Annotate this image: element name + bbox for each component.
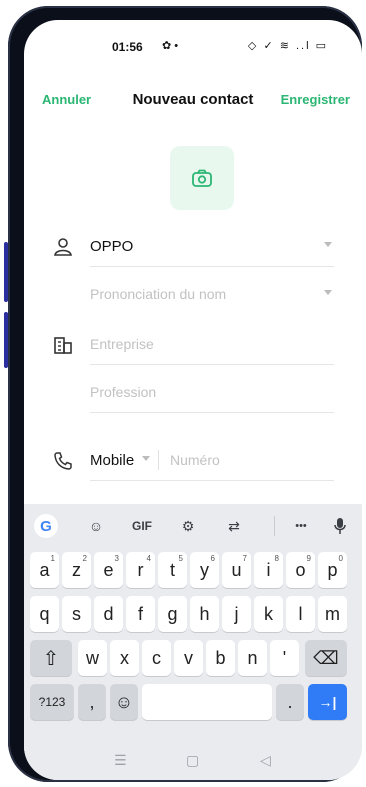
more-icon[interactable]: ••• — [286, 512, 316, 540]
key-a[interactable]: a1 — [30, 552, 59, 588]
camera-icon — [192, 169, 212, 187]
key-q[interactable]: q — [30, 596, 59, 632]
key-r[interactable]: r4 — [126, 552, 155, 588]
back-icon[interactable]: ◁ — [260, 752, 271, 769]
system-icons: ◇ ✓ ≋ ..l ▭ — [247, 40, 328, 52]
name-value: OPPO — [90, 238, 134, 255]
field-divider — [158, 450, 159, 470]
gif-button[interactable]: GIF — [124, 512, 160, 540]
keyboard-toolbar: G ☺ GIF ⚙ ⇄ ••• — [24, 512, 362, 540]
company-placeholder: Entreprise — [90, 336, 154, 352]
status-bar: 01:56 ✿ • ◇ ✓ ≋ ..l ▭ — [24, 20, 362, 60]
pronunciation-field[interactable]: Prononciation du nom — [90, 278, 334, 314]
key-u[interactable]: u7 — [222, 552, 251, 588]
screen: 01:56 ✿ • ◇ ✓ ≋ ..l ▭ Annuler Nouveau co… — [24, 20, 362, 780]
key-w[interactable]: w — [78, 640, 107, 676]
sticker-icon[interactable]: ☺ — [82, 512, 110, 540]
key-p[interactable]: p0 — [318, 552, 347, 588]
expand-pronunciation-icon[interactable] — [324, 290, 332, 295]
phone-field: Mobile Numéro — [90, 444, 334, 481]
phone-type-caret-icon[interactable] — [142, 456, 150, 461]
key-apostrophe[interactable]: ' — [270, 640, 299, 676]
clock: 01:56 — [112, 40, 143, 54]
enter-key[interactable]: →| — [308, 684, 347, 720]
emoji-key[interactable]: ☺ — [110, 684, 138, 720]
key-x[interactable]: x — [110, 640, 139, 676]
phone-frame: 01:56 ✿ • ◇ ✓ ≋ ..l ▭ Annuler Nouveau co… — [4, 6, 362, 782]
period-key[interactable]: . — [276, 684, 304, 720]
key-t[interactable]: t5 — [158, 552, 187, 588]
shift-key[interactable]: ⇧ — [30, 640, 72, 676]
notification-icons: ✿ • — [162, 40, 179, 52]
save-button[interactable]: Enregistrer — [281, 92, 350, 107]
person-icon — [54, 238, 72, 256]
key-j[interactable]: j — [222, 596, 251, 632]
settings-icon[interactable]: ⚙ — [174, 512, 202, 540]
space-key[interactable] — [142, 684, 272, 720]
key-v[interactable]: v — [174, 640, 203, 676]
key-i[interactable]: i8 — [254, 552, 283, 588]
key-e[interactable]: e3 — [94, 552, 123, 588]
key-h[interactable]: h — [190, 596, 219, 632]
key-k[interactable]: k — [254, 596, 283, 632]
navigation-bar: ☰ ▢ ◁ — [24, 742, 362, 780]
menu-icon[interactable]: ☰ — [114, 752, 127, 769]
key-o[interactable]: o9 — [286, 552, 315, 588]
phone-type-select[interactable]: Mobile — [90, 452, 134, 469]
keyboard: G ☺ GIF ⚙ ⇄ ••• a1 z2 e3 r 4 t 5 y 6 u 7… — [24, 504, 362, 780]
mic-icon[interactable] — [326, 512, 354, 540]
key-m[interactable]: m — [318, 596, 347, 632]
key-d[interactable]: d — [94, 596, 123, 632]
expand-name-icon[interactable] — [324, 242, 332, 247]
key-c[interactable]: c — [142, 640, 171, 676]
key-f[interactable]: f — [126, 596, 155, 632]
building-icon — [54, 337, 72, 354]
home-icon[interactable]: ▢ — [186, 752, 199, 769]
app-header: Annuler Nouveau contact Enregistrer — [24, 91, 362, 116]
power-button — [4, 312, 8, 368]
key-b[interactable]: b — [206, 640, 235, 676]
google-icon[interactable]: G — [32, 512, 60, 540]
phone-icon — [54, 452, 72, 470]
add-photo-button[interactable] — [170, 146, 234, 210]
toolbar-divider — [274, 516, 275, 536]
key-z[interactable]: z2 — [62, 552, 91, 588]
key-l[interactable]: l — [286, 596, 315, 632]
key-y[interactable]: y6 — [190, 552, 219, 588]
key-s[interactable]: s — [62, 596, 91, 632]
key-g[interactable]: g — [158, 596, 187, 632]
name-field[interactable]: OPPO — [90, 230, 334, 267]
symbols-key[interactable]: ?123 — [30, 684, 74, 720]
phone-number-input[interactable]: Numéro — [170, 452, 220, 468]
comma-key[interactable]: , — [78, 684, 106, 720]
backspace-key[interactable]: ⌫ — [305, 640, 347, 676]
volume-button — [4, 242, 8, 302]
profession-field[interactable]: Profession — [90, 376, 334, 413]
company-field[interactable]: Entreprise — [90, 328, 334, 365]
profession-placeholder: Profession — [90, 384, 157, 400]
key-n[interactable]: n — [238, 640, 267, 676]
translate-icon[interactable]: ⇄ — [220, 512, 248, 540]
pronunciation-placeholder: Prononciation du nom — [90, 286, 227, 302]
